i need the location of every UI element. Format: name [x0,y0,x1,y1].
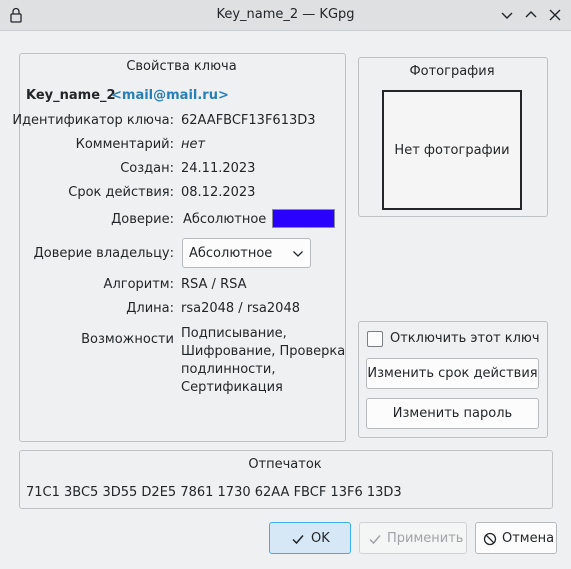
apply-label: Применить [387,531,464,546]
owner-trust-label: Доверие владельцу: [33,246,174,261]
comment-value: нет [181,137,206,152]
fingerprint-title: Отпечаток [248,457,322,472]
disable-key-checkbox[interactable] [367,331,383,347]
capability-line: Шифрование, Проверка [181,344,346,359]
window-title: Key_name_2 — KGpg [216,7,355,22]
trust-label: Доверие: [111,212,174,227]
algorithm-label: Алгоритм: [103,277,174,292]
owner-trust-selected: Абсолютное [189,246,273,261]
ok-label: OK [311,531,330,546]
owner-trust-select[interactable]: Абсолютное [182,238,311,268]
checkmark-icon [369,535,381,545]
cancel-label: Отмена [502,531,555,546]
ok-button[interactable]: OK [269,522,351,554]
capability-line: подлинности, [181,362,276,377]
expires-value: 08.12.2023 [181,185,256,200]
no-photo-text: Нет фотографии [394,143,510,158]
cancel-button[interactable]: Отмена [475,522,557,554]
length-value: rsa2048 / rsa2048 [181,301,300,316]
checkmark-icon [292,535,304,545]
key-email-link[interactable]: <mail@mail.ru> [111,88,229,103]
capability-line: Подписывание, [181,326,287,341]
length-label: Длина: [126,301,174,316]
change-password-button[interactable]: Изменить пароль [366,398,539,429]
photo-group-title: Фотография [409,64,495,79]
key-name: Key_name_2 [26,88,116,103]
created-label: Создан: [120,161,174,176]
trust-color-swatch [272,209,335,228]
created-value: 24.11.2023 [181,161,256,176]
capabilities-label: Возможности [81,332,174,347]
change-expiry-button[interactable]: Изменить срок действия [366,358,539,389]
minimize-icon[interactable] [499,7,515,23]
fingerprint-value: 71C1 3BC5 3D55 D2E5 7861 1730 62AA FBCF … [26,485,402,500]
key-properties-title: Свойства ключа [126,59,237,74]
close-icon[interactable] [547,7,563,23]
algorithm-value: RSA / RSA [181,277,247,292]
photo-frame: Нет фотографии [382,90,522,210]
key-id-value: 62AAFBCF13F613D3 [181,113,316,128]
chevron-down-icon [293,251,303,257]
cancel-icon [483,532,497,546]
key-id-label: Идентификатор ключа: [12,113,174,128]
expires-label: Срок действия: [68,185,174,200]
apply-button[interactable]: Применить [359,522,467,554]
capability-line: Сертификация [181,380,283,395]
trust-value: Абсолютное [183,212,267,227]
disable-key-label[interactable]: Отключить этот ключ [390,331,540,346]
maximize-icon[interactable] [523,7,539,23]
capabilities-value: Подписывание, Шифрование, Проверка подли… [181,325,345,397]
comment-label: Комментарий: [75,137,174,152]
